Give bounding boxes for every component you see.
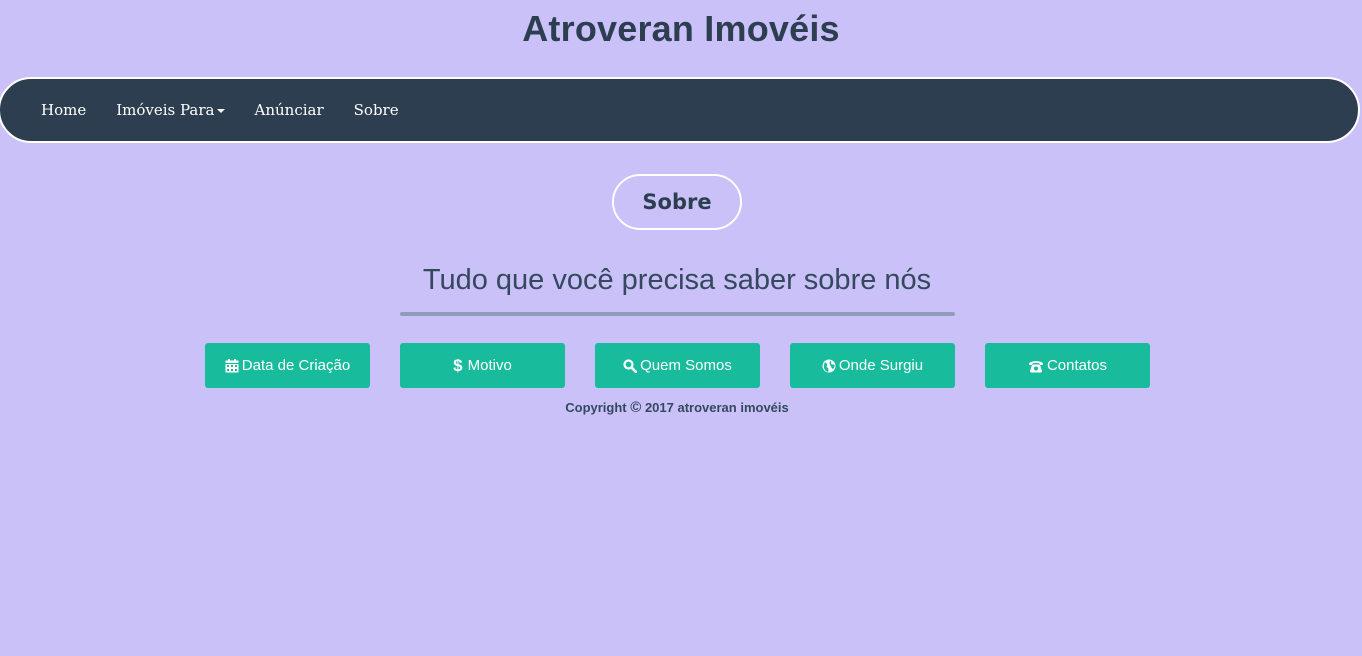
contatos-button[interactable]: Contatos xyxy=(985,343,1150,388)
info-button-group: Data de Criação $ Motivo Quem Somos Onde… xyxy=(205,343,1150,388)
nav-item-label: Imóveis Para xyxy=(116,101,215,119)
caret-down-icon xyxy=(216,109,225,113)
section-tagline: Tudo que você precisa saber sobre nós xyxy=(422,264,932,296)
button-label: Motivo xyxy=(467,357,512,374)
nav-item-label: Sobre xyxy=(353,101,399,119)
nav-item-label: Home xyxy=(41,101,87,119)
main-navbar: Home Imóveis Para Anúnciar Sobre xyxy=(0,77,1360,143)
copyright-icon: © xyxy=(630,399,642,416)
data-de-criacao-button[interactable]: Data de Criação xyxy=(205,343,370,388)
quem-somos-button[interactable]: Quem Somos xyxy=(595,343,760,388)
section-title: Sobre xyxy=(612,174,742,230)
calendar-icon xyxy=(225,358,239,373)
search-icon xyxy=(623,358,638,373)
nav-item-home[interactable]: Home xyxy=(41,101,86,119)
nav-item-label: Anúnciar xyxy=(254,101,324,119)
nav-item-sobre[interactable]: Sobre xyxy=(354,101,399,119)
dollar-icon: $ xyxy=(453,355,463,375)
onde-surgiu-button[interactable]: Onde Surgiu xyxy=(790,343,955,388)
site-title: Atroveran Imovéis xyxy=(522,8,840,49)
phone-icon xyxy=(1028,359,1044,373)
motivo-button[interactable]: $ Motivo xyxy=(400,343,565,388)
button-label: Onde Surgiu xyxy=(838,357,924,374)
copyright-prefix: Copyright xyxy=(565,400,627,415)
button-label: Contatos xyxy=(1046,357,1108,374)
copyright-text: Copyright © 2017 atroveran imovéis xyxy=(0,399,1354,416)
nav-item-anunciar[interactable]: Anúnciar xyxy=(255,101,324,119)
copyright-suffix: 2017 atroveran imovéis xyxy=(644,400,789,415)
nav-item-imoveis-para-dropdown[interactable]: Imóveis Para xyxy=(116,101,225,119)
button-label: Quem Somos xyxy=(640,357,732,374)
globe-icon xyxy=(822,359,836,373)
button-label: Data de Criação xyxy=(241,357,351,374)
divider xyxy=(400,312,955,316)
